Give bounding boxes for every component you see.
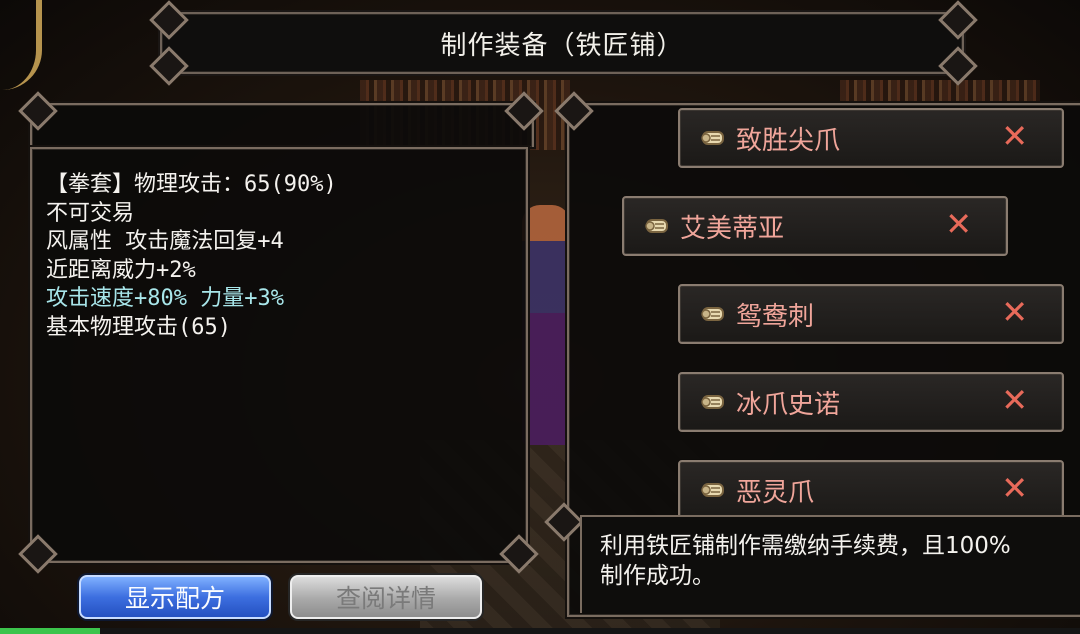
recipe-item[interactable]: 冰爪史诺 ✕ bbox=[678, 372, 1064, 432]
fee-notice: 利用铁匠铺制作需缴纳手续费，且100% 制作成功。 bbox=[580, 515, 1080, 613]
item-speed-strength-bonus: 攻击速度+80% 力量+3% bbox=[46, 286, 284, 311]
item-info-text: 【拳套】物理攻击：65(90%) 不可交易 风属性 攻击魔法回复+4 近距离威力… bbox=[46, 171, 337, 342]
fee-notice-line2: 制作成功。 bbox=[600, 563, 715, 589]
background-bookshelf bbox=[840, 80, 1040, 102]
recipe-item[interactable]: 致胜尖爪 ✕ bbox=[678, 108, 1064, 168]
item-slot-header bbox=[30, 103, 534, 147]
scroll-icon bbox=[701, 395, 724, 409]
recipe-item[interactable]: 鸳鸯刺 ✕ bbox=[678, 284, 1064, 344]
fee-notice-line1: 利用铁匠铺制作需缴纳手续费，且100% bbox=[600, 533, 1011, 559]
recipe-item[interactable]: 艾美蒂亚 ✕ bbox=[622, 196, 1008, 256]
item-info-panel: 【拳套】物理攻击：65(90%) 不可交易 风属性 攻击魔法回复+4 近距离威力… bbox=[30, 147, 528, 563]
loading-bar-fill bbox=[0, 628, 100, 634]
character-sprite bbox=[522, 205, 570, 445]
scroll-icon bbox=[701, 483, 724, 497]
window-title-bar: 制作装备（铁匠铺） bbox=[160, 12, 964, 74]
recipe-name: 致胜尖爪 bbox=[736, 125, 841, 156]
loading-bar bbox=[0, 628, 1080, 634]
recipe-name: 艾美蒂亚 bbox=[680, 213, 785, 244]
recipe-name: 冰爪史诺 bbox=[736, 389, 841, 420]
recipe-name: 恶灵爪 bbox=[736, 477, 815, 508]
close-icon[interactable]: ✕ bbox=[1001, 120, 1028, 152]
recipe-name: 鸳鸯刺 bbox=[736, 301, 815, 332]
item-element-bonus: 风属性 攻击魔法回复+4 bbox=[46, 229, 284, 254]
close-icon[interactable]: ✕ bbox=[945, 208, 972, 240]
fee-notice-text: 利用铁匠铺制作需缴纳手续费，且100% 制作成功。 bbox=[600, 531, 1080, 591]
item-trade-status: 不可交易 bbox=[46, 200, 135, 226]
scroll-icon bbox=[645, 219, 668, 233]
horn-decoration bbox=[0, 0, 42, 90]
scroll-icon bbox=[701, 307, 724, 321]
close-icon[interactable]: ✕ bbox=[1001, 296, 1028, 328]
close-icon[interactable]: ✕ bbox=[1001, 472, 1028, 504]
view-details-button[interactable]: 查阅详情 bbox=[290, 575, 482, 619]
item-melee-bonus: 近距离威力+2% bbox=[46, 257, 196, 283]
window-title: 制作装备（铁匠铺） bbox=[440, 30, 684, 61]
scroll-icon bbox=[701, 131, 724, 145]
close-icon[interactable]: ✕ bbox=[1001, 384, 1028, 416]
recipe-item[interactable]: 恶灵爪 ✕ bbox=[678, 460, 1064, 520]
item-type-attack: 【拳套】物理攻击：65(90%) bbox=[46, 172, 337, 197]
show-recipe-button[interactable]: 显示配方 bbox=[79, 575, 271, 619]
item-base-attack: 基本物理攻击(65) bbox=[46, 314, 231, 340]
